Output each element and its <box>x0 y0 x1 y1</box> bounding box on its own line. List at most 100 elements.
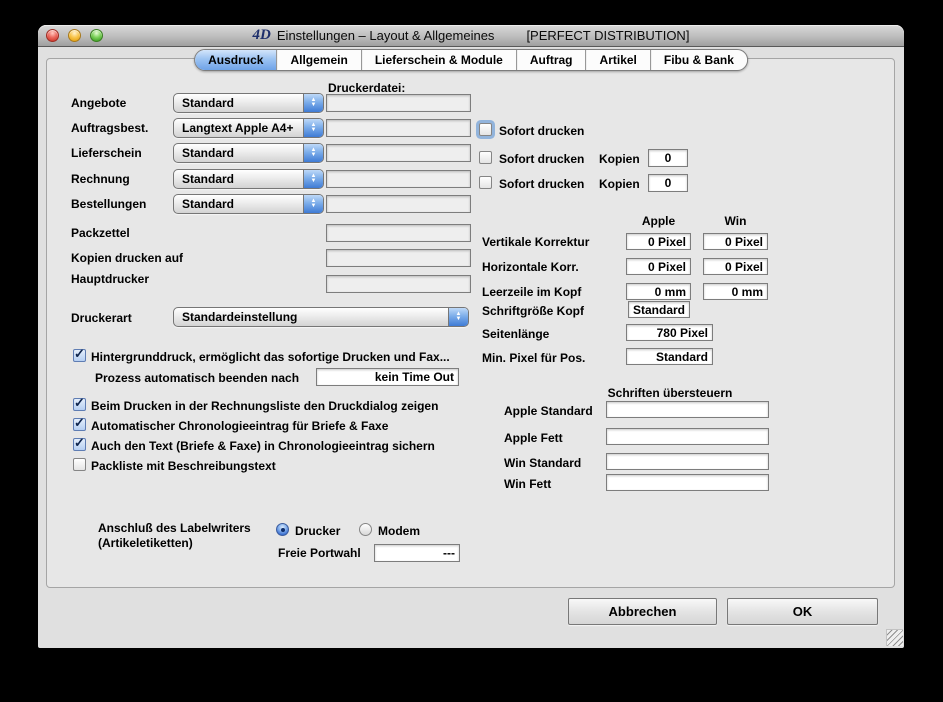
horizontale-korr-apple-field[interactable]: 0 Pixel <box>626 258 691 275</box>
radio-drucker-label: Drucker <box>295 524 341 538</box>
druckerdatei-field-rechnung[interactable] <box>326 170 471 188</box>
checkbox-hintergrunddruck[interactable]: ✓ <box>73 346 86 362</box>
popup-value: Standard <box>182 96 235 110</box>
row-label-apple-standard: Apple Standard <box>504 404 593 418</box>
checkbox-packliste-label: Packliste mit Beschreibungstext <box>91 459 276 473</box>
checkbox-chronologie-text-label: Auch den Text (Briefe & Faxe) in Chronol… <box>91 439 435 453</box>
row-label-packzettel: Packzettel <box>71 226 130 240</box>
checkmark-icon: ✓ <box>74 415 85 430</box>
popup-value: Langtext Apple A4+ <box>182 121 294 135</box>
leerzeile-win-field[interactable]: 0 mm <box>703 283 768 300</box>
druckerdatei-field-bestellungen[interactable] <box>326 195 471 213</box>
tab-bar: Ausdruck Allgemein Lieferschein & Module… <box>194 49 748 71</box>
row-label-lieferschein: Lieferschein <box>71 146 142 160</box>
row-label-auftragsbest: Auftragsbest. <box>71 121 149 135</box>
popup-bestellungen[interactable]: Standard ▲ ▼ <box>173 194 324 214</box>
ok-button[interactable]: OK <box>727 598 878 625</box>
popup-value: Standard <box>182 197 235 211</box>
freie-portwahl-label: Freie Portwahl <box>278 546 361 560</box>
checkmark-icon: ✓ <box>74 395 85 410</box>
close-button[interactable] <box>46 29 59 42</box>
druckerdatei-field-angebote[interactable] <box>326 94 471 112</box>
checkbox-sofort-drucken-2-label: Sofort drucken <box>499 152 585 166</box>
min-pixel-field[interactable]: Standard <box>626 348 713 365</box>
document-title: [PERFECT DISTRIBUTION] <box>526 28 690 43</box>
popup-stepper-icon: ▲ ▼ <box>303 144 323 162</box>
popup-value: Standard <box>182 172 235 186</box>
tab-auftrag[interactable]: Auftrag <box>517 50 587 70</box>
prozess-label: Prozess automatisch beenden nach <box>95 371 300 385</box>
kopien-field-3[interactable]: 0 <box>648 174 688 192</box>
row-label-min-pixel: Min. Pixel für Pos. <box>482 351 586 365</box>
schriftgroesse-kopf-field[interactable]: Standard <box>628 301 690 318</box>
win-standard-field[interactable] <box>606 453 769 470</box>
seitenlaenge-field[interactable]: 780 Pixel <box>626 324 713 341</box>
popup-stepper-icon: ▲ ▼ <box>303 195 323 213</box>
kopien-field-2[interactable]: 0 <box>648 149 688 167</box>
popup-rechnung[interactable]: Standard ▲ ▼ <box>173 169 324 189</box>
tab-lieferschein-module[interactable]: Lieferschein & Module <box>362 50 517 70</box>
kopien-drucken-auf-field[interactable] <box>326 249 471 267</box>
vertikale-korrektur-apple-field[interactable]: 0 Pixel <box>626 233 691 250</box>
freie-portwahl-field[interactable]: --- <box>374 544 460 562</box>
window-title: Einstellungen – Layout & Allgemeines <box>276 28 495 43</box>
row-label-win-standard: Win Standard <box>504 456 582 470</box>
win-fett-field[interactable] <box>606 474 769 491</box>
checkbox-sofort-drucken-3-label: Sofort drucken <box>499 177 585 191</box>
row-label-win-fett: Win Fett <box>504 477 552 491</box>
checkbox-druckdialog-label: Beim Drucken in der Rechnungsliste den D… <box>91 399 439 413</box>
tab-artikel[interactable]: Artikel <box>587 50 651 70</box>
row-label-horizontale-korr: Horizontale Korr. <box>482 260 579 274</box>
vertikale-korrektur-win-field[interactable]: 0 Pixel <box>703 233 768 250</box>
packzettel-field[interactable] <box>326 224 471 242</box>
leerzeile-apple-field[interactable]: 0 mm <box>626 283 691 300</box>
horizontale-korr-win-field[interactable]: 0 Pixel <box>703 258 768 275</box>
checkbox-chronologie-text[interactable]: ✓ <box>73 435 86 451</box>
labelwriter-label-line1: Anschluß des Labelwriters <box>98 521 251 535</box>
popup-stepper-icon: ▲ ▼ <box>303 170 323 188</box>
column-header-win: Win <box>724 214 747 228</box>
checkbox-packliste[interactable] <box>73 458 86 471</box>
minimize-button[interactable] <box>68 29 81 42</box>
apple-standard-field[interactable] <box>606 401 769 418</box>
title-group: 4D Einstellungen – Layout & Allgemeines … <box>253 28 690 44</box>
checkbox-chronologieeintrag[interactable]: ✓ <box>73 415 86 431</box>
checkbox-hintergrunddruck-label: Hintergrunddruck, ermöglicht das soforti… <box>91 350 450 364</box>
checkbox-druckdialog[interactable]: ✓ <box>73 395 86 411</box>
apple-fett-field[interactable] <box>606 428 769 445</box>
title-bar[interactable]: 4D Einstellungen – Layout & Allgemeines … <box>38 25 904 47</box>
timeout-field[interactable]: kein Time Out <box>316 368 459 386</box>
popup-angebote[interactable]: Standard ▲ ▼ <box>173 93 324 113</box>
resize-grip-icon[interactable] <box>886 629 903 646</box>
row-label-schriftgroesse-kopf: Schriftgröße Kopf <box>482 304 584 318</box>
row-label-angebote: Angebote <box>71 96 127 110</box>
cancel-button[interactable]: Abbrechen <box>568 598 717 625</box>
row-label-hauptdrucker: Hauptdrucker <box>71 272 150 286</box>
druckerart-label: Druckerart <box>71 311 132 325</box>
popup-stepper-icon: ▲ ▼ <box>303 119 323 137</box>
checkbox-sofort-drucken-1[interactable] <box>479 123 492 136</box>
checkmark-icon: ✓ <box>74 435 85 450</box>
tab-fibu-bank[interactable]: Fibu & Bank <box>651 50 747 70</box>
hauptdrucker-field[interactable] <box>326 275 471 293</box>
tab-allgemein[interactable]: Allgemein <box>277 50 362 70</box>
popup-druckerart[interactable]: Standardeinstellung ▲ ▼ <box>173 307 469 327</box>
checkbox-sofort-drucken-3[interactable] <box>479 176 492 189</box>
popup-auftragsbest[interactable]: Langtext Apple A4+ ▲ ▼ <box>173 118 324 138</box>
checkbox-sofort-drucken-2[interactable] <box>479 151 492 164</box>
labelwriter-label-line2: (Artikeletiketten) <box>98 536 193 550</box>
druckerdatei-field-auftragsbest[interactable] <box>326 119 471 137</box>
screen: 4D Einstellungen – Layout & Allgemeines … <box>0 0 943 702</box>
popup-lieferschein[interactable]: Standard ▲ ▼ <box>173 143 324 163</box>
radio-modem[interactable] <box>359 523 372 536</box>
column-header-apple: Apple <box>641 214 676 228</box>
zoom-button[interactable] <box>90 29 103 42</box>
kopien-label-3: Kopien <box>599 177 640 191</box>
radio-drucker[interactable] <box>276 523 289 536</box>
popup-stepper-icon: ▲ ▼ <box>448 308 468 326</box>
druckerdatei-field-lieferschein[interactable] <box>326 144 471 162</box>
tab-ausdruck[interactable]: Ausdruck <box>195 50 278 70</box>
row-label-apple-fett: Apple Fett <box>504 431 563 445</box>
druckerdatei-header: Druckerdatei: <box>328 81 406 95</box>
popup-stepper-icon: ▲ ▼ <box>303 94 323 112</box>
